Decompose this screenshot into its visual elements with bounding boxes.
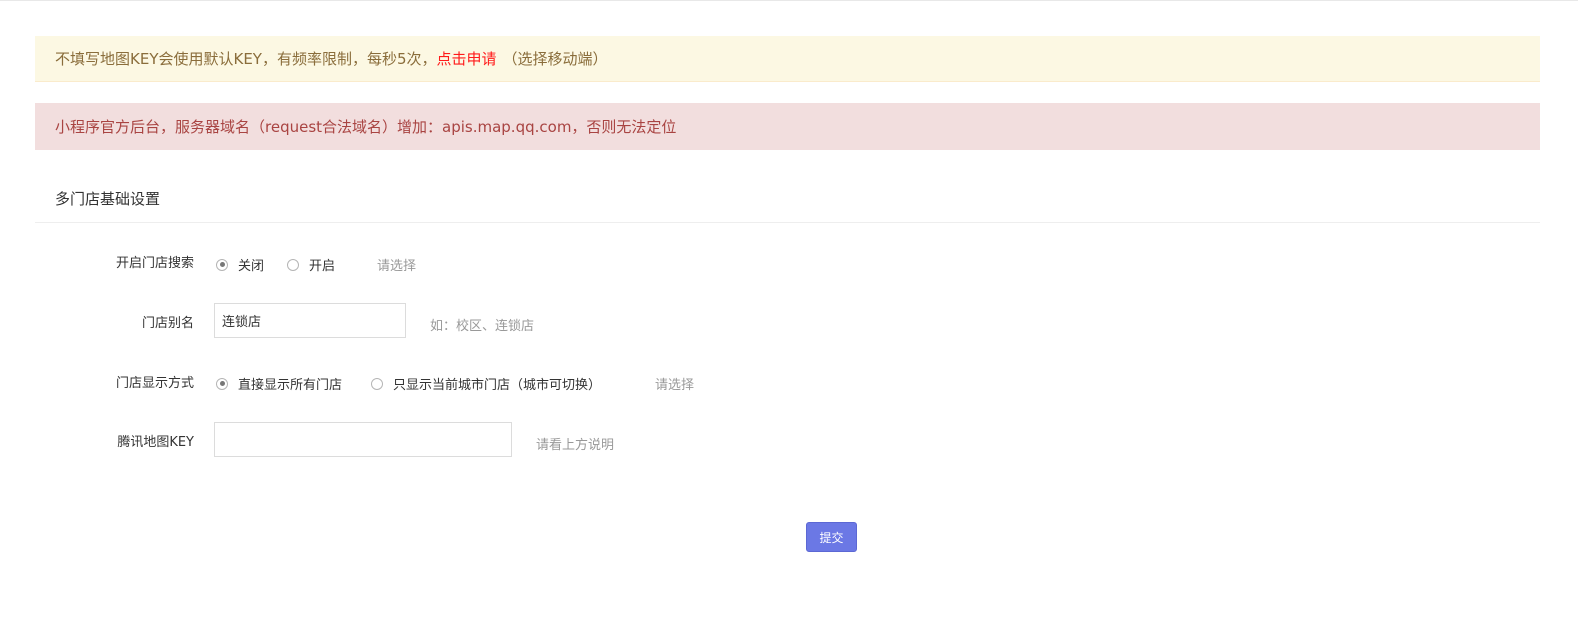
radio-unchecked-icon (287, 258, 299, 271)
store-alias-input[interactable] (214, 303, 406, 338)
store-search-off-radio[interactable]: 关闭 (216, 255, 264, 274)
store-search-label: 开启门店搜索 (115, 256, 194, 271)
radio-checked-icon (216, 258, 228, 271)
map-key-label: 腾讯地图KEY (117, 435, 194, 450)
domain-notice: 小程序官方后台，服务器域名（request合法域名）增加：apis.map.qq… (35, 103, 1540, 150)
store-alias-hint: 如：校区、连锁店 (430, 319, 535, 334)
store-alias-label: 门店别名 (141, 316, 194, 331)
display-mode-hint: 请选择 (655, 378, 695, 393)
radio-checked-icon (216, 377, 228, 390)
submit-button[interactable]: 提交 (806, 522, 857, 552)
map-key-notice-text: 不填写地图KEY会使用默认KEY，有频率限制，每秒5次， (55, 50, 437, 68)
radio-unchecked-icon (371, 377, 383, 390)
store-search-hint: 请选择 (377, 259, 417, 274)
display-all-radio[interactable]: 直接显示所有门店 (216, 374, 342, 393)
store-search-on-radio[interactable]: 开启 (287, 255, 335, 274)
section-divider (35, 222, 1540, 223)
apply-key-link[interactable]: 点击申请 (437, 48, 497, 69)
radio-label: 开启 (309, 259, 336, 274)
display-mode-label: 门店显示方式 (115, 376, 194, 391)
map-key-input[interactable] (214, 422, 512, 457)
map-key-hint: 请看上方说明 (536, 438, 615, 453)
radio-label: 直接显示所有门店 (238, 378, 343, 393)
map-key-notice-suffix: （选择移动端） (502, 50, 608, 68)
display-city-radio[interactable]: 只显示当前城市门店（城市可切换） (371, 374, 601, 393)
domain-notice-text: 小程序官方后台，服务器域名（request合法域名）增加：apis.map.qq… (55, 118, 677, 136)
section-title: 多门店基础设置 (55, 190, 161, 208)
radio-label: 关闭 (238, 259, 265, 274)
radio-label: 只显示当前城市门店（城市可切换） (393, 378, 602, 393)
map-key-notice: 不填写地图KEY会使用默认KEY，有频率限制，每秒5次， 点击申请 （选择移动端… (35, 36, 1540, 82)
top-border (0, 0, 1578, 1)
